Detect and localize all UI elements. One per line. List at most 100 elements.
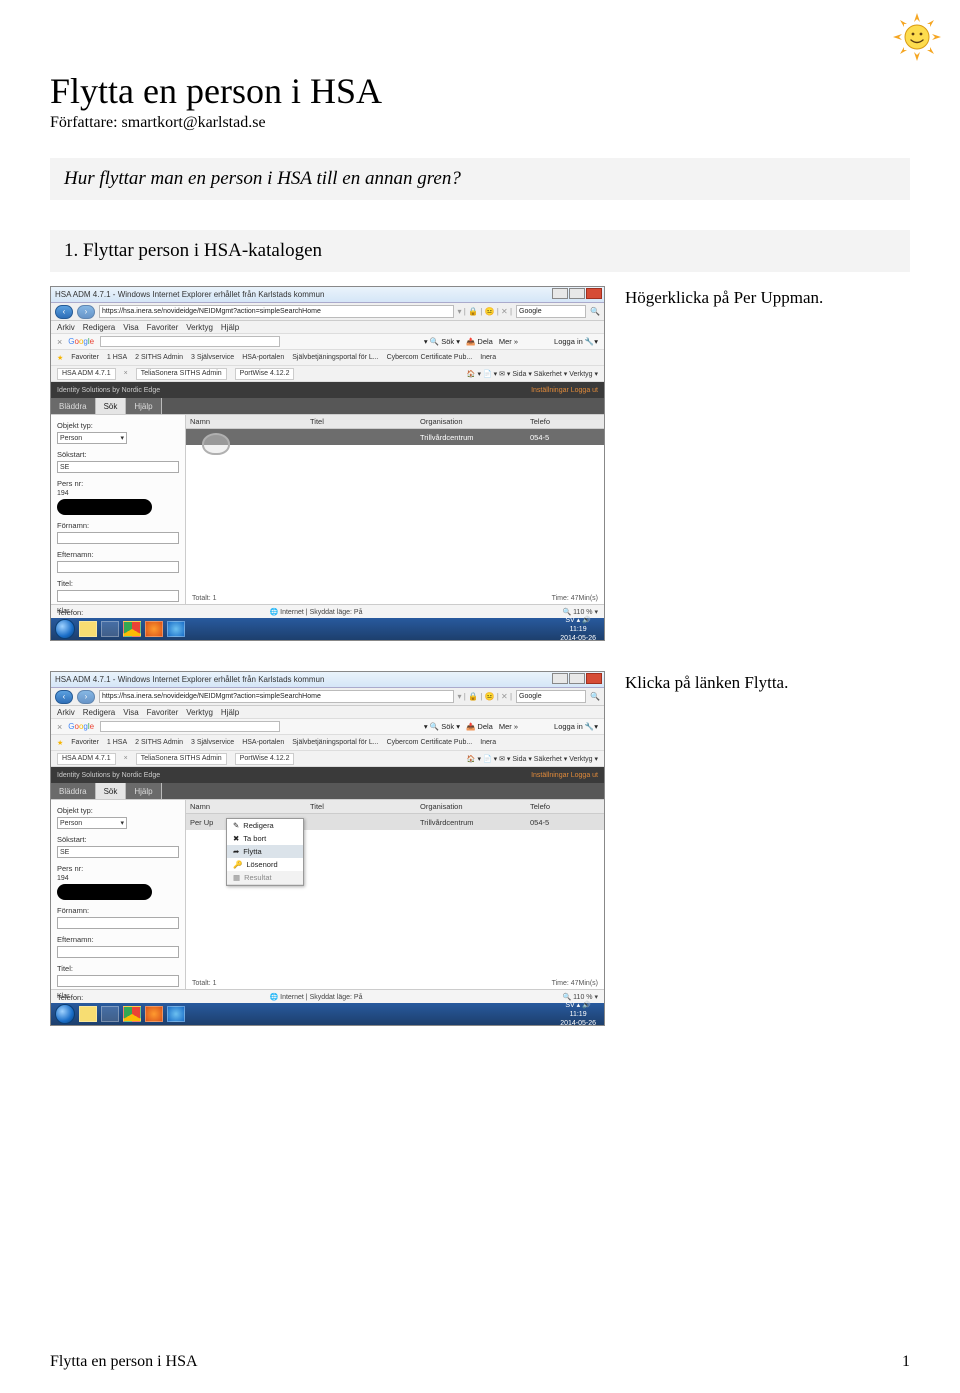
tab-close-icon[interactable]: × [124,755,128,762]
sokstart-input[interactable]: SE [57,461,179,473]
google-dela[interactable]: 📤 Dela [466,337,493,346]
taskbar-explorer-icon[interactable] [79,621,97,637]
fav-link-5[interactable]: Självbetjäningsportal för L... [292,739,378,746]
tab-hjalp[interactable]: Hjälp [126,398,161,414]
maximize-button[interactable] [569,288,585,299]
col-namn[interactable]: Namn [190,417,310,426]
objekt-typ-select[interactable]: Person▾ [57,432,127,444]
close-toolbar-icon[interactable]: × [57,337,62,347]
taskbar-folder-icon[interactable] [101,1006,119,1022]
tab-portwise[interactable]: PortWise 4.12.2 [235,753,295,765]
search-box[interactable]: Google [516,305,586,318]
tab-sok[interactable]: Sök [96,398,127,414]
address-input[interactable]: https://hsa.inera.se/novideidge/NEIDMgmt… [99,690,454,703]
menu-redigera[interactable]: Redigera [83,708,115,717]
menu-verktyg[interactable]: Verktyg [186,708,213,717]
menu-visa[interactable]: Visa [123,708,138,717]
fav-link-7[interactable]: Inera [480,354,496,361]
fav-link-2[interactable]: 2 SITHS Admin [135,739,183,746]
fornamn-input[interactable] [57,917,179,929]
start-button[interactable] [55,1004,75,1024]
menu-favoriter[interactable]: Favoriter [147,708,179,717]
address-input[interactable]: https://hsa.inera.se/novideidge/NEIDMgmt… [99,305,454,318]
menu-redigera[interactable]: Redigera [83,323,115,332]
close-toolbar-icon[interactable]: × [57,722,62,732]
ctx-flytta[interactable]: ➦ Flytta [227,845,303,858]
menu-hjalp[interactable]: Hjälp [221,708,239,717]
ctx-tabort[interactable]: ✖ Ta bort [227,832,303,845]
taskbar-chrome-icon[interactable] [123,1006,141,1022]
menu-visa[interactable]: Visa [123,323,138,332]
taskbar-clock[interactable]: SV ▴ 🔊 11:192014-05-26 [560,1001,600,1028]
fav-link-2[interactable]: 2 SITHS Admin [135,354,183,361]
fav-link-4[interactable]: HSA-portalen [242,739,284,746]
tab-hjalp[interactable]: Hjälp [126,783,161,799]
search-glass-icon[interactable]: 🔍 [590,307,600,316]
back-button[interactable]: ‹ [55,305,73,319]
tab-hsa[interactable]: HSA ADM 4.7.1 [57,368,116,380]
fav-link-1[interactable]: 1 HSA [107,739,127,746]
close-button[interactable] [586,673,602,684]
tab-tools-right[interactable]: 🏠 ▾ 📄 ▾ ✉ ▾ Sida ▾ Säkerhet ▾ Verktyg ▾ [467,755,598,763]
minimize-button[interactable] [552,288,568,299]
google-dela[interactable]: 📤 Dela [466,722,493,731]
fav-link-6[interactable]: Cybercom Certificate Pub... [387,739,473,746]
menu-arkiv[interactable]: Arkiv [57,708,75,717]
fornamn-input[interactable] [57,532,179,544]
google-mer[interactable]: Mer » [499,722,518,731]
titel-input[interactable] [57,590,179,602]
efternamn-input[interactable] [57,561,179,573]
tab-tools-right[interactable]: 🏠 ▾ 📄 ▾ ✉ ▾ Sida ▾ Säkerhet ▾ Verktyg ▾ [467,370,598,378]
close-button[interactable] [586,288,602,299]
taskbar-folder-icon[interactable] [101,621,119,637]
menu-arkiv[interactable]: Arkiv [57,323,75,332]
col-titel[interactable]: Titel [310,802,420,811]
tab-bladdra[interactable]: Bläddra [51,398,96,414]
col-titel[interactable]: Titel [310,417,420,426]
objekt-typ-select[interactable]: Person▾ [57,817,127,829]
fav-link-3[interactable]: 3 Självservice [191,354,234,361]
forward-button[interactable]: › [77,690,95,704]
ctx-losenord[interactable]: 🔑 Lösenord [227,858,303,871]
fav-link-3[interactable]: 3 Självservice [191,739,234,746]
start-button[interactable] [55,619,75,639]
forward-button[interactable]: › [77,305,95,319]
status-zoom[interactable]: 🔍 110 % ▾ [563,993,598,1001]
status-zoom[interactable]: 🔍 110 % ▾ [563,608,598,616]
col-org[interactable]: Organisation [420,802,530,811]
efternamn-input[interactable] [57,946,179,958]
tab-portwise[interactable]: PortWise 4.12.2 [235,368,295,380]
sokstart-input[interactable]: SE [57,846,179,858]
fav-link-1[interactable]: 1 HSA [107,354,127,361]
col-namn[interactable]: Namn [190,802,310,811]
taskbar-clock[interactable]: SV ▴ 🔊 11:192014-05-26 [560,616,600,643]
tab-hsa[interactable]: HSA ADM 4.7.1 [57,753,116,765]
menu-hjalp[interactable]: Hjälp [221,323,239,332]
ctx-redigera[interactable]: ✎ Redigera [227,819,303,832]
google-sok[interactable]: ▾ 🔍 Sök ▾ [424,722,460,731]
taskbar-chrome-icon[interactable] [123,621,141,637]
col-tel[interactable]: Telefo [530,802,590,811]
minimize-button[interactable] [552,673,568,684]
tab-bladdra[interactable]: Bläddra [51,783,96,799]
google-sok[interactable]: ▾ 🔍 Sök ▾ [424,337,460,346]
search-glass-icon[interactable]: 🔍 [590,692,600,701]
tab-sok[interactable]: Sök [96,783,127,799]
app-settings-logout[interactable]: Inställningar Logga ut [531,387,598,394]
menu-verktyg[interactable]: Verktyg [186,323,213,332]
taskbar-explorer-icon[interactable] [79,1006,97,1022]
taskbar-firefox-icon[interactable] [145,1006,163,1022]
maximize-button[interactable] [569,673,585,684]
taskbar-ie-icon[interactable] [167,1006,185,1022]
col-tel[interactable]: Telefo [530,417,590,426]
tab-close-icon[interactable]: × [124,370,128,377]
tab-siths[interactable]: TeliaSonera SITHS Admin [136,368,227,380]
titel-input[interactable] [57,975,179,987]
tab-siths[interactable]: TeliaSonera SITHS Admin [136,753,227,765]
taskbar-firefox-icon[interactable] [145,621,163,637]
favorites-star-icon[interactable]: ★ [57,354,63,362]
fav-link-5[interactable]: Självbetjäningsportal för L... [292,354,378,361]
fav-link-7[interactable]: Inera [480,739,496,746]
results-row-1[interactable]: Trillvårdcentrum 054-5 [186,429,604,445]
google-login[interactable]: Logga in 🔧▾ [554,337,598,346]
